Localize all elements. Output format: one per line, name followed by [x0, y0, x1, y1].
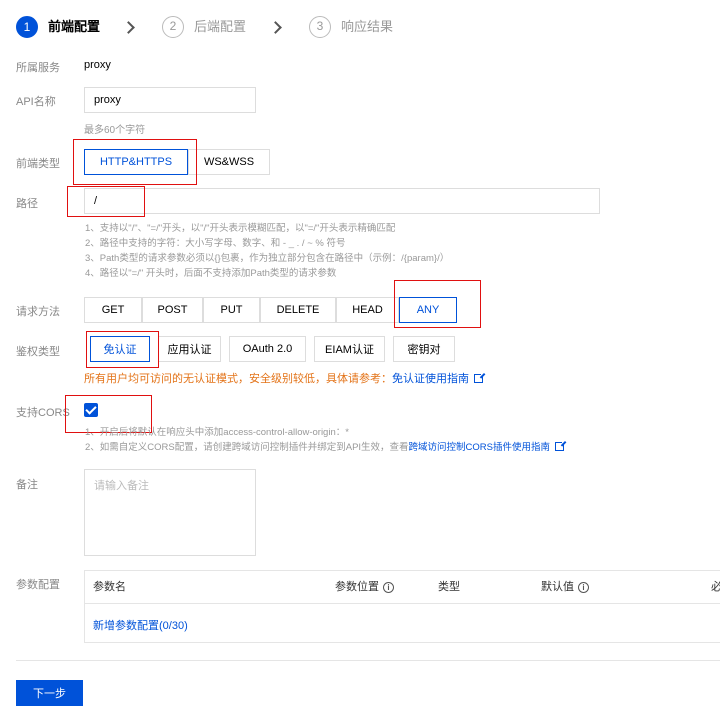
step-2-label: 后端配置	[194, 19, 247, 34]
service-value: proxy	[84, 59, 111, 71]
api-name-hint: 最多60个字符	[84, 125, 146, 136]
col-param-location-label: 参数位置	[335, 581, 379, 593]
cors-label: 支持CORS	[16, 407, 70, 419]
path-note-3: 3、Path类型的请求参数必须以{}包裹，作为独立部分包含在路径中（示例：/{p…	[85, 253, 450, 264]
external-link-icon	[474, 372, 485, 383]
auth-guide-link[interactable]: 免认证使用指南	[392, 373, 469, 385]
col-default-label: 默认值	[541, 581, 574, 593]
col-param-name: 参数名	[93, 581, 126, 593]
cors-note-2: 2、如需自定义CORS配置，请创建跨域访问控制插件并绑定到API生效，查看跨域访…	[85, 440, 566, 455]
frontend-type-ws-button[interactable]: WS&WSS	[188, 149, 270, 175]
auth-app-button[interactable]: 应用认证	[158, 336, 221, 362]
path-note-1: 1、支持以"/"、"=/"开头，以"/"开头表示模糊匹配，以"=/"开头表示精确…	[85, 223, 396, 234]
cors-notes: 1、开启后将默认在响应头中添加access-control-allow-orig…	[85, 425, 566, 455]
frontend-type-http-button[interactable]: HTTP&HTTPS	[84, 149, 188, 175]
method-put-button[interactable]: PUT	[203, 297, 260, 323]
col-type: 类型	[438, 581, 460, 593]
cors-guide-link[interactable]: 跨域访问控制CORS插件使用指南	[409, 442, 550, 453]
col-default: 默认值 i	[541, 571, 589, 603]
path-label: 路径	[16, 198, 38, 210]
frontend-type-label: 前端类型	[16, 158, 60, 170]
cors-checkbox[interactable]	[84, 403, 98, 417]
remark-label: 备注	[16, 479, 38, 491]
info-icon[interactable]: i	[383, 582, 394, 593]
service-label: 所属服务	[16, 62, 60, 74]
method-post-button[interactable]: POST	[142, 297, 203, 323]
path-notes: 1、支持以"/"、"=/"开头，以"/"开头表示模糊匹配，以"=/"开头表示精确…	[85, 221, 449, 281]
cors-note-2-text: 2、如需自定义CORS配置，请创建跨域访问控制插件并绑定到API生效，查看	[85, 442, 409, 453]
add-param-link[interactable]: 新增参数配置(0/30)	[93, 617, 188, 633]
col-required: 必	[711, 581, 720, 593]
step-3-label: 响应结果	[341, 19, 394, 34]
chevron-right-icon	[122, 21, 135, 34]
next-button[interactable]: 下一步	[16, 680, 83, 706]
auth-label: 鉴权类型	[16, 346, 60, 358]
path-input[interactable]: /	[84, 188, 600, 214]
param-table: 参数名 参数位置 i 类型 默认值 i 必 新增参数配置(0/30)	[84, 570, 720, 643]
path-note-2: 2、路径中支持的字符：大小写字母、数字、和 - _ . / ~ % 符号	[85, 238, 346, 249]
auth-none-button[interactable]: 免认证	[90, 336, 150, 362]
info-icon[interactable]: i	[578, 582, 589, 593]
remark-textarea[interactable]: 请输入备注	[84, 469, 256, 556]
col-param-location: 参数位置 i	[335, 571, 394, 603]
auth-eiam-button[interactable]: EIAM认证	[314, 336, 385, 362]
params-label: 参数配置	[16, 579, 60, 591]
api-name-label: API名称	[16, 96, 56, 108]
method-head-button[interactable]: HEAD	[336, 297, 399, 323]
method-label: 请求方法	[16, 306, 60, 318]
path-note-4: 4、路径以"=/" 开头时，后面不支持添加Path类型的请求参数	[85, 268, 337, 279]
method-delete-button[interactable]: DELETE	[260, 297, 336, 323]
cors-note-1: 1、开启后将默认在响应头中添加access-control-allow-orig…	[85, 427, 349, 438]
auth-keypair-button[interactable]: 密钥对	[393, 336, 455, 362]
method-any-button[interactable]: ANY	[399, 297, 457, 323]
auth-oauth-button[interactable]: OAuth 2.0	[229, 336, 306, 362]
chevron-right-icon	[269, 21, 282, 34]
method-get-button[interactable]: GET	[84, 297, 142, 323]
api-name-input[interactable]: proxy	[84, 87, 256, 113]
step-3-number: 3	[309, 16, 331, 38]
step-1-number: 1	[16, 16, 38, 38]
external-link-icon	[555, 440, 566, 451]
auth-warning: 所有用户均可访问的无认证模式，安全级别较低，具体请参考：免认证使用指南	[84, 370, 485, 386]
auth-warning-text: 所有用户均可访问的无认证模式，安全级别较低，具体请参考：	[84, 373, 392, 385]
step-2-number: 2	[162, 16, 184, 38]
param-table-header: 参数名 参数位置 i 类型 默认值 i 必	[85, 571, 720, 604]
divider	[16, 660, 720, 661]
step-1-label: 前端配置	[48, 19, 101, 34]
